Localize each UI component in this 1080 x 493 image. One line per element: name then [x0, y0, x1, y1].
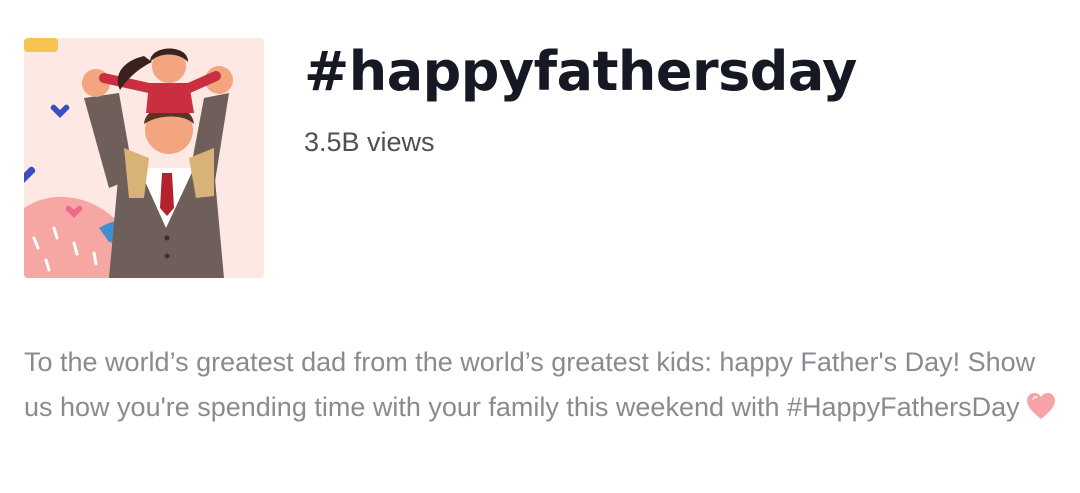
challenge-cover-image [24, 38, 264, 278]
challenge-title: #happyfathersday [304, 40, 857, 103]
challenge-header: #happyfathersday 3.5B views [24, 38, 1064, 278]
father-carrying-child-illustration [24, 38, 264, 278]
challenge-description: To the world’s greatest dad from the wor… [24, 340, 1069, 434]
view-count: 3.5B views [304, 127, 435, 157]
description-text: To the world’s greatest dad from the wor… [24, 347, 1036, 422]
pink-heart-icon [1026, 389, 1056, 434]
